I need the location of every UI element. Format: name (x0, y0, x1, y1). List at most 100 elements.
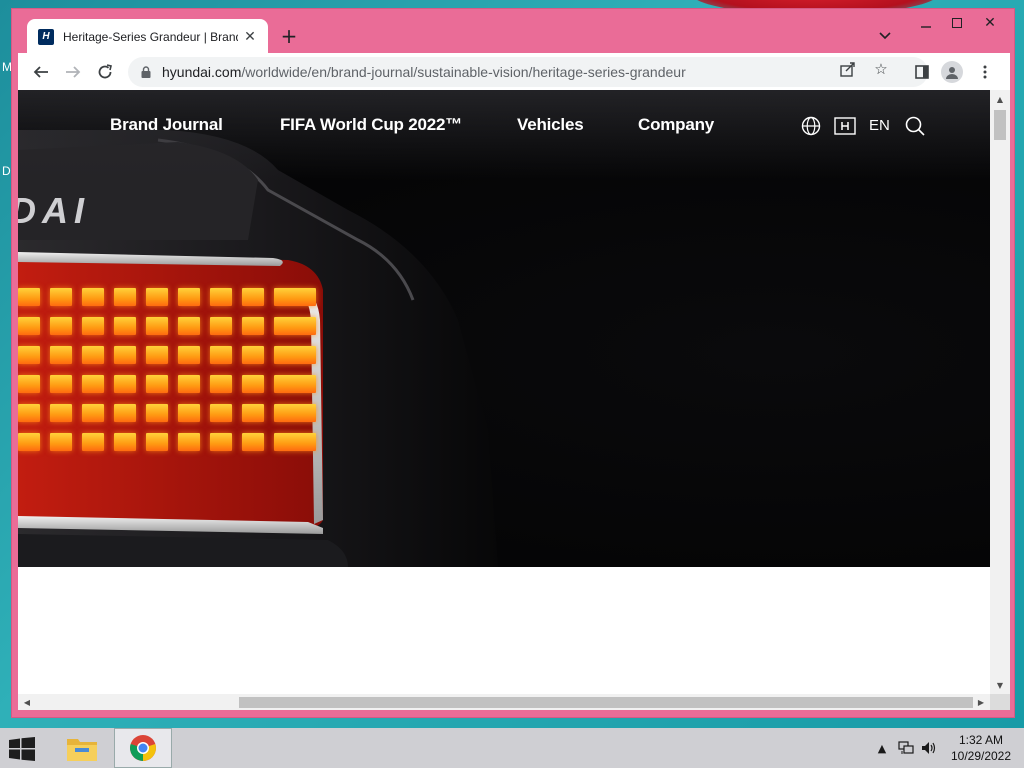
horizontal-scroll-thumb[interactable] (239, 697, 973, 708)
clock-time: 1:32 AM (958, 733, 1004, 747)
scroll-down-icon[interactable]: ▼ (995, 680, 1005, 690)
desktop-icon-label: D (2, 164, 11, 178)
tab-search-icon[interactable] (876, 27, 894, 45)
taillight-led (18, 375, 40, 393)
back-icon[interactable] (28, 59, 54, 85)
taillight-led (82, 288, 104, 306)
taillight-led (242, 375, 264, 393)
taillight-led (274, 288, 316, 306)
side-panel-icon[interactable] (911, 61, 933, 83)
clock-date: 10/29/2022 (950, 749, 1012, 763)
show-hidden-icons-chevron-icon[interactable]: ▲ (874, 740, 890, 756)
address-bar[interactable]: hyundai.com/worldwide/en/brand-journal/s… (128, 57, 928, 87)
taillight-led (242, 288, 264, 306)
browser-toolbar: hyundai.com/worldwide/en/brand-journal/s… (18, 53, 1010, 90)
nav-fifa-world-cup[interactable]: FIFA World Cup 2022™ (280, 115, 462, 135)
taillight-led (146, 288, 168, 306)
reload-icon[interactable] (92, 59, 118, 85)
nav-vehicles[interactable]: Vehicles (517, 115, 584, 135)
taillight-led (18, 346, 40, 364)
scroll-up-icon[interactable]: ▲ (995, 94, 1005, 104)
horizontal-scrollbar[interactable]: ◀ ▶ (18, 694, 990, 710)
browser-window: H Heritage-Series Grandeur | Brand Journ… (11, 8, 1015, 718)
system-clock[interactable]: 1:32 AM 10/29/2022 (946, 732, 1016, 764)
taillight-led (82, 404, 104, 422)
taillight-led (210, 433, 232, 451)
close-window-button[interactable]: ✕ (973, 11, 1007, 35)
page-viewport: DAI Brand Journal FIFA World Cup 2022™ V… (18, 90, 990, 694)
taillight-led (274, 346, 316, 364)
volume-icon[interactable] (921, 740, 937, 756)
taillight-led (242, 404, 264, 422)
taillight-led (274, 433, 316, 451)
taillight-led (18, 288, 40, 306)
forward-icon[interactable] (60, 59, 86, 85)
network-icon[interactable] (898, 740, 914, 756)
language-selector[interactable]: EN (869, 117, 890, 134)
chrome-taskbar-icon[interactable] (114, 728, 172, 768)
taillight-led (274, 317, 316, 335)
taillight-led (82, 375, 104, 393)
taillight-led (210, 346, 232, 364)
taillight-led (82, 433, 104, 451)
share-icon[interactable] (838, 59, 858, 79)
taillight-led (50, 433, 72, 451)
taillight-led (114, 404, 136, 422)
windows-start-icon[interactable] (8, 737, 38, 761)
taillight-led (50, 288, 72, 306)
taillight-led (178, 433, 200, 451)
taskbar: ▲ 1:32 AM 10/29/2022 (0, 728, 1024, 768)
profile-avatar-icon[interactable] (941, 61, 963, 83)
taillight-led (274, 375, 316, 393)
taillight-led (178, 346, 200, 364)
vertical-scrollbar[interactable]: ▲ ▼ (990, 90, 1010, 694)
taillight-led (146, 375, 168, 393)
url-text[interactable]: hyundai.com/worldwide/en/brand-journal/s… (162, 64, 686, 80)
taillight-led (114, 317, 136, 335)
taillight-led (146, 346, 168, 364)
taillight-led (114, 346, 136, 364)
minimize-button[interactable] (909, 11, 943, 35)
taillight-led (210, 317, 232, 335)
taillight-led (146, 404, 168, 422)
nav-brand-journal[interactable]: Brand Journal (110, 115, 223, 135)
taillight-led (50, 346, 72, 364)
nav-company[interactable]: Company (638, 115, 714, 135)
scroll-right-icon[interactable]: ▶ (976, 697, 986, 707)
taillight-led (114, 433, 136, 451)
taillight-led (178, 317, 200, 335)
taillight-led (18, 317, 40, 335)
taillight-led (18, 404, 40, 422)
scroll-left-icon[interactable]: ◀ (22, 697, 32, 707)
taillight-led (178, 375, 200, 393)
taillight-led (210, 404, 232, 422)
taillight-led (146, 317, 168, 335)
taillight-led (242, 317, 264, 335)
taillight-led (82, 346, 104, 364)
hero-brand-text: DAI (18, 190, 90, 231)
maximize-button[interactable] (940, 11, 974, 35)
url-path: /worldwide/en/brand-journal/sustainable-… (241, 64, 686, 80)
taillight-led (114, 288, 136, 306)
taillight-led (114, 375, 136, 393)
taillight-led (50, 317, 72, 335)
vertical-scroll-thumb[interactable] (994, 110, 1006, 140)
tab-title: Heritage-Series Grandeur | Brand Journal (63, 29, 238, 44)
new-tab-button[interactable]: + (278, 25, 300, 47)
close-tab-icon[interactable]: ✕ (242, 29, 258, 45)
taillight-led (210, 288, 232, 306)
file-explorer-icon[interactable] (53, 728, 111, 768)
search-icon[interactable] (904, 115, 926, 137)
taillight-led (18, 433, 40, 451)
menu-kebab-icon[interactable] (974, 61, 996, 83)
hyundai-logo-icon: H (38, 28, 54, 45)
hero-image: DAI (18, 90, 990, 567)
globe-icon[interactable] (800, 115, 822, 137)
lock-icon[interactable] (140, 65, 152, 79)
taillight-led (274, 404, 316, 422)
hyundai-badge-icon[interactable] (834, 115, 856, 137)
bookmark-star-icon[interactable]: ☆ (871, 59, 891, 79)
taillight-led (242, 433, 264, 451)
url-host: hyundai.com (162, 64, 242, 80)
browser-tab[interactable]: H Heritage-Series Grandeur | Brand Journ… (27, 19, 268, 54)
